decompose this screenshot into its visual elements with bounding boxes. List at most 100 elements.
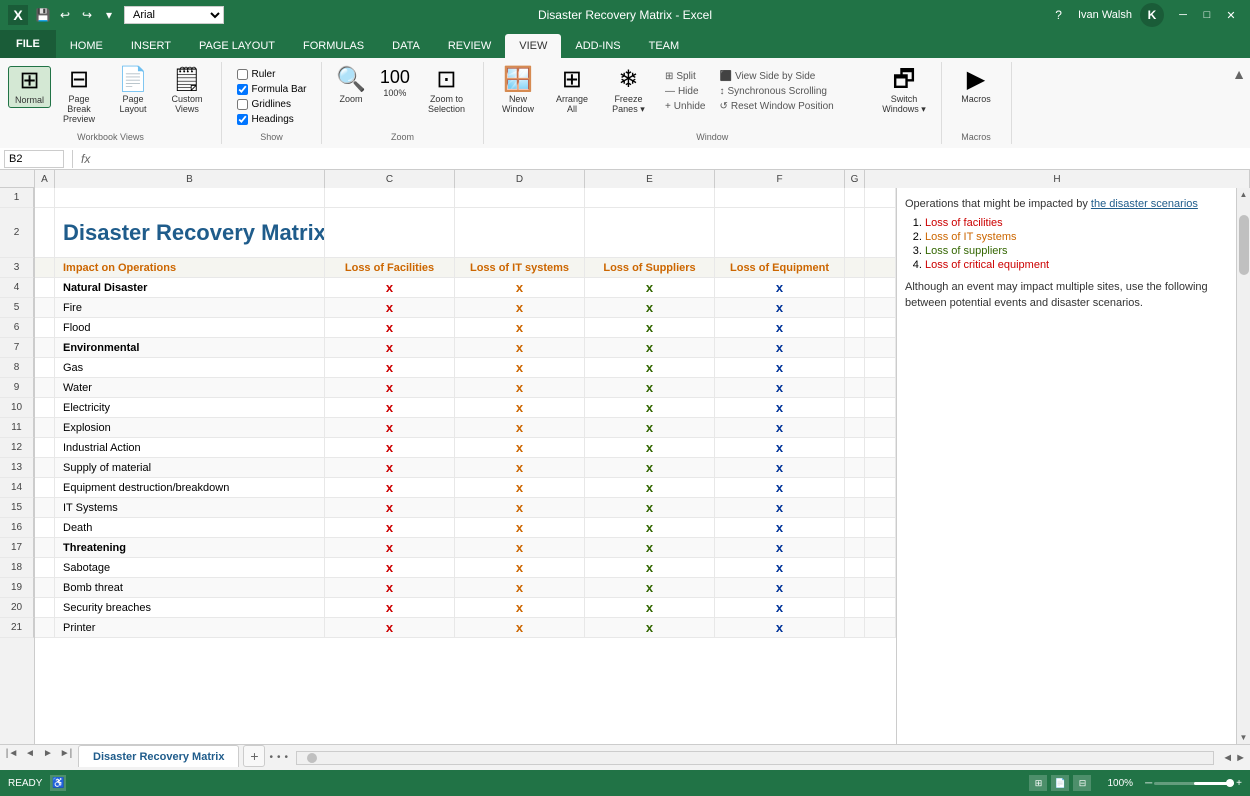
tab-file[interactable]: FILE: [0, 30, 56, 58]
cell-G12[interactable]: [845, 438, 865, 457]
cell-H8[interactable]: [865, 358, 896, 377]
cell-G2[interactable]: [845, 208, 865, 258]
cell-G19[interactable]: [845, 578, 865, 597]
page-layout-btn[interactable]: 📄 Page Layout: [107, 66, 159, 116]
cell-A16[interactable]: [35, 518, 55, 537]
cell-E11[interactable]: x: [585, 418, 715, 437]
page-layout-status-btn[interactable]: 📄: [1051, 775, 1069, 791]
cell-G20[interactable]: [845, 598, 865, 617]
col-header-A[interactable]: A: [35, 170, 55, 188]
cell-H4[interactable]: [865, 278, 896, 297]
cell-H13[interactable]: [865, 458, 896, 477]
sheet-tab-active[interactable]: Disaster Recovery Matrix: [78, 745, 239, 767]
cell-A18[interactable]: [35, 558, 55, 577]
cell-A9[interactable]: [35, 378, 55, 397]
cell-A1[interactable]: [35, 188, 55, 207]
cell-G7[interactable]: [845, 338, 865, 357]
undo-quick-btn[interactable]: ↩: [56, 6, 74, 24]
cell-H12[interactable]: [865, 438, 896, 457]
cell-E16[interactable]: x: [585, 518, 715, 537]
cell-C4[interactable]: x: [325, 278, 455, 297]
cell-A14[interactable]: [35, 478, 55, 497]
cell-H20[interactable]: [865, 598, 896, 617]
h-scroll-left[interactable]: ◄: [1222, 752, 1233, 764]
cell-B8[interactable]: Gas: [55, 358, 325, 377]
cell-C12[interactable]: x: [325, 438, 455, 457]
cell-B4[interactable]: Natural Disaster: [55, 278, 325, 297]
cell-D19[interactable]: x: [455, 578, 585, 597]
font-selector[interactable]: Arial: [124, 6, 224, 24]
cell-A2[interactable]: [35, 208, 55, 257]
cell-E2[interactable]: [585, 208, 715, 258]
cell-E8[interactable]: x: [585, 358, 715, 377]
cell-A20[interactable]: [35, 598, 55, 617]
cell-G13[interactable]: [845, 458, 865, 477]
h-scroll-right[interactable]: ►: [1235, 752, 1246, 764]
cell-F3-header[interactable]: Loss of Equipment: [715, 258, 845, 277]
split-btn[interactable]: ⊞ Split: [661, 70, 710, 83]
save-quick-btn[interactable]: 💾: [34, 6, 52, 24]
cell-C7[interactable]: x: [325, 338, 455, 357]
tab-data[interactable]: DATA: [378, 34, 434, 58]
cell-C11[interactable]: x: [325, 418, 455, 437]
tab-formulas[interactable]: FORMULAS: [289, 34, 378, 58]
normal-view-btn[interactable]: ⊞ Normal: [8, 66, 51, 108]
cell-H16[interactable]: [865, 518, 896, 537]
cell-D17[interactable]: x: [455, 538, 585, 557]
cell-C8[interactable]: x: [325, 358, 455, 377]
cell-G15[interactable]: [845, 498, 865, 517]
cell-B20[interactable]: Security breaches: [55, 598, 325, 617]
cell-C15[interactable]: x: [325, 498, 455, 517]
cell-B15[interactable]: IT Systems: [55, 498, 325, 517]
view-side-by-side-btn[interactable]: ⬛ View Side by Side: [716, 70, 872, 83]
cell-A11[interactable]: [35, 418, 55, 437]
gridlines-checkbox[interactable]: [237, 99, 248, 110]
sync-scrolling-btn[interactable]: ↕ Synchronous Scrolling: [716, 85, 872, 98]
cell-G5[interactable]: [845, 298, 865, 317]
cell-D12[interactable]: x: [455, 438, 585, 457]
cell-C18[interactable]: x: [325, 558, 455, 577]
cell-F8[interactable]: x: [715, 358, 845, 377]
cell-D2[interactable]: [455, 208, 585, 258]
cell-G11[interactable]: [845, 418, 865, 437]
page-break-status-btn[interactable]: ⊟: [1073, 775, 1091, 791]
cell-B13[interactable]: Supply of material: [55, 458, 325, 477]
cell-E4[interactable]: x: [585, 278, 715, 297]
scroll-thumb-v[interactable]: [1239, 215, 1249, 275]
cell-H2[interactable]: [865, 208, 896, 258]
cell-D6[interactable]: x: [455, 318, 585, 337]
cell-E21[interactable]: x: [585, 618, 715, 637]
cell-H15[interactable]: [865, 498, 896, 517]
cell-F1[interactable]: [715, 188, 845, 207]
cell-F18[interactable]: x: [715, 558, 845, 577]
cell-E18[interactable]: x: [585, 558, 715, 577]
tab-team[interactable]: TEAM: [635, 34, 694, 58]
tab-review[interactable]: REVIEW: [434, 34, 505, 58]
new-window-btn[interactable]: 🪟 New Window: [492, 66, 544, 116]
cell-B7[interactable]: Environmental: [55, 338, 325, 357]
cell-B9[interactable]: Water: [55, 378, 325, 397]
cell-F7[interactable]: x: [715, 338, 845, 357]
cell-G18[interactable]: [845, 558, 865, 577]
cell-G17[interactable]: [845, 538, 865, 557]
cell-B11[interactable]: Explosion: [55, 418, 325, 437]
cell-F5[interactable]: x: [715, 298, 845, 317]
cell-C2[interactable]: [325, 208, 455, 258]
sheet-nav-next[interactable]: ►: [40, 745, 56, 761]
cell-F13[interactable]: x: [715, 458, 845, 477]
cell-H10[interactable]: [865, 398, 896, 417]
cell-B6[interactable]: Flood: [55, 318, 325, 337]
cell-D9[interactable]: x: [455, 378, 585, 397]
cell-H21[interactable]: [865, 618, 896, 637]
cell-G16[interactable]: [845, 518, 865, 537]
horizontal-scrollbar[interactable]: [296, 751, 1214, 765]
cell-G14[interactable]: [845, 478, 865, 497]
cell-A3[interactable]: [35, 258, 55, 277]
cell-F15[interactable]: x: [715, 498, 845, 517]
cell-C16[interactable]: x: [325, 518, 455, 537]
cell-G1[interactable]: [845, 188, 865, 207]
cell-A10[interactable]: [35, 398, 55, 417]
zoom-slider[interactable]: ─ +: [1145, 778, 1242, 789]
cell-H9[interactable]: [865, 378, 896, 397]
col-header-G[interactable]: G: [845, 170, 865, 188]
